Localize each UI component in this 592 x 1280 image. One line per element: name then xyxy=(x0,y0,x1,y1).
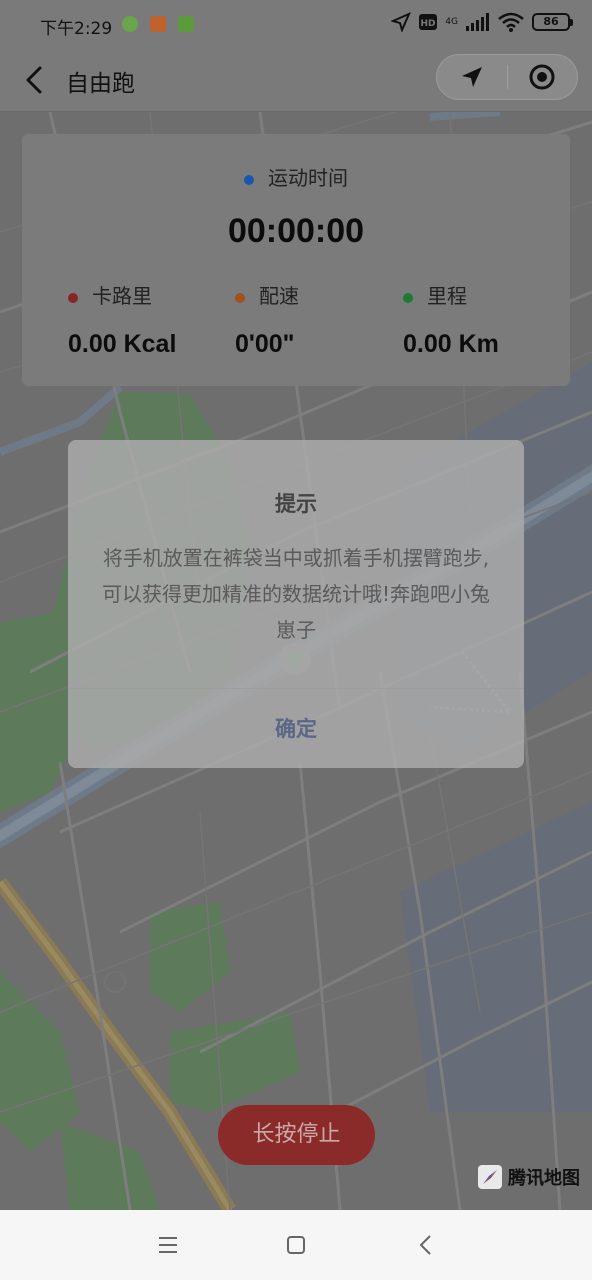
map-attribution-text: 腾讯地图 xyxy=(508,1168,580,1189)
hd-icon: HD xyxy=(419,14,438,30)
pace-stat: 配速 0'00" xyxy=(235,280,299,359)
target-icon xyxy=(529,64,555,90)
calories-label: 卡路里 xyxy=(92,284,152,308)
close-miniprogram-button[interactable] xyxy=(508,55,578,99)
svg-text:HD: HD xyxy=(421,19,436,29)
pace-label: 配速 xyxy=(259,284,299,308)
home-icon[interactable] xyxy=(283,1232,309,1258)
map-attribution: 腾讯地图 xyxy=(478,1164,580,1190)
menu-icon[interactable] xyxy=(155,1232,181,1258)
wechat-icon xyxy=(122,16,138,32)
pace-value: 0'00" xyxy=(235,330,295,358)
dialog-divider xyxy=(68,688,524,689)
back-icon[interactable] xyxy=(413,1232,439,1258)
battery-icon: 86 xyxy=(532,13,573,31)
locate-button[interactable] xyxy=(437,55,507,99)
long-press-stop-button[interactable]: 长按停止 xyxy=(218,1105,375,1165)
system-nav-bar xyxy=(0,1210,592,1280)
duration-label-row: 运动时间 xyxy=(22,162,570,191)
duration-label: 运动时间 xyxy=(268,166,348,190)
network-type: 4G xyxy=(445,17,458,27)
calories-value: 0.00 Kcal xyxy=(68,330,177,358)
calories-stat: 卡路里 0.00 Kcal xyxy=(68,280,176,359)
status-bar: 下午2:29 HD 4G 86 xyxy=(0,0,592,50)
pace-dot xyxy=(235,292,245,303)
tencent-map-logo-icon xyxy=(478,1165,502,1189)
distance-stat: 里程 0.00 Km xyxy=(403,280,499,359)
calories-dot xyxy=(68,292,78,303)
tip-dialog: 提示 将手机放置在裤袋当中或抓着手机摆臂跑步,可以获得更加精准的数据统计哦!奔跑… xyxy=(68,440,524,768)
duration-value: 00:00:00 xyxy=(227,212,365,250)
page-title: 自由跑 xyxy=(66,71,135,97)
android-app-icon xyxy=(178,16,194,32)
confirm-button[interactable]: 确定 xyxy=(68,690,524,768)
duration-dot xyxy=(244,174,254,185)
video-app-icon xyxy=(150,16,166,32)
wifi-icon xyxy=(498,12,524,32)
chevron-left-icon[interactable] xyxy=(18,62,54,98)
stats-card: 运动时间 00:00:00 卡路里 0.00 Kcal 配速 0'00" 里程 … xyxy=(22,134,570,386)
dialog-message: 将手机放置在裤袋当中或抓着手机摆臂跑步,可以获得更加精准的数据统计哦!奔跑吧小兔… xyxy=(101,546,491,642)
distance-value: 0.00 Km xyxy=(403,330,499,358)
status-time: 下午2:29 xyxy=(40,19,113,39)
distance-label: 里程 xyxy=(427,284,467,308)
signal-icon xyxy=(466,13,489,31)
nav-bar: 自由跑 xyxy=(0,50,592,112)
capsule-menu xyxy=(436,54,578,100)
distance-dot xyxy=(403,292,413,303)
location-arrow-icon xyxy=(461,67,482,87)
location-status-icon xyxy=(391,12,412,32)
dialog-title: 提示 xyxy=(275,492,317,516)
